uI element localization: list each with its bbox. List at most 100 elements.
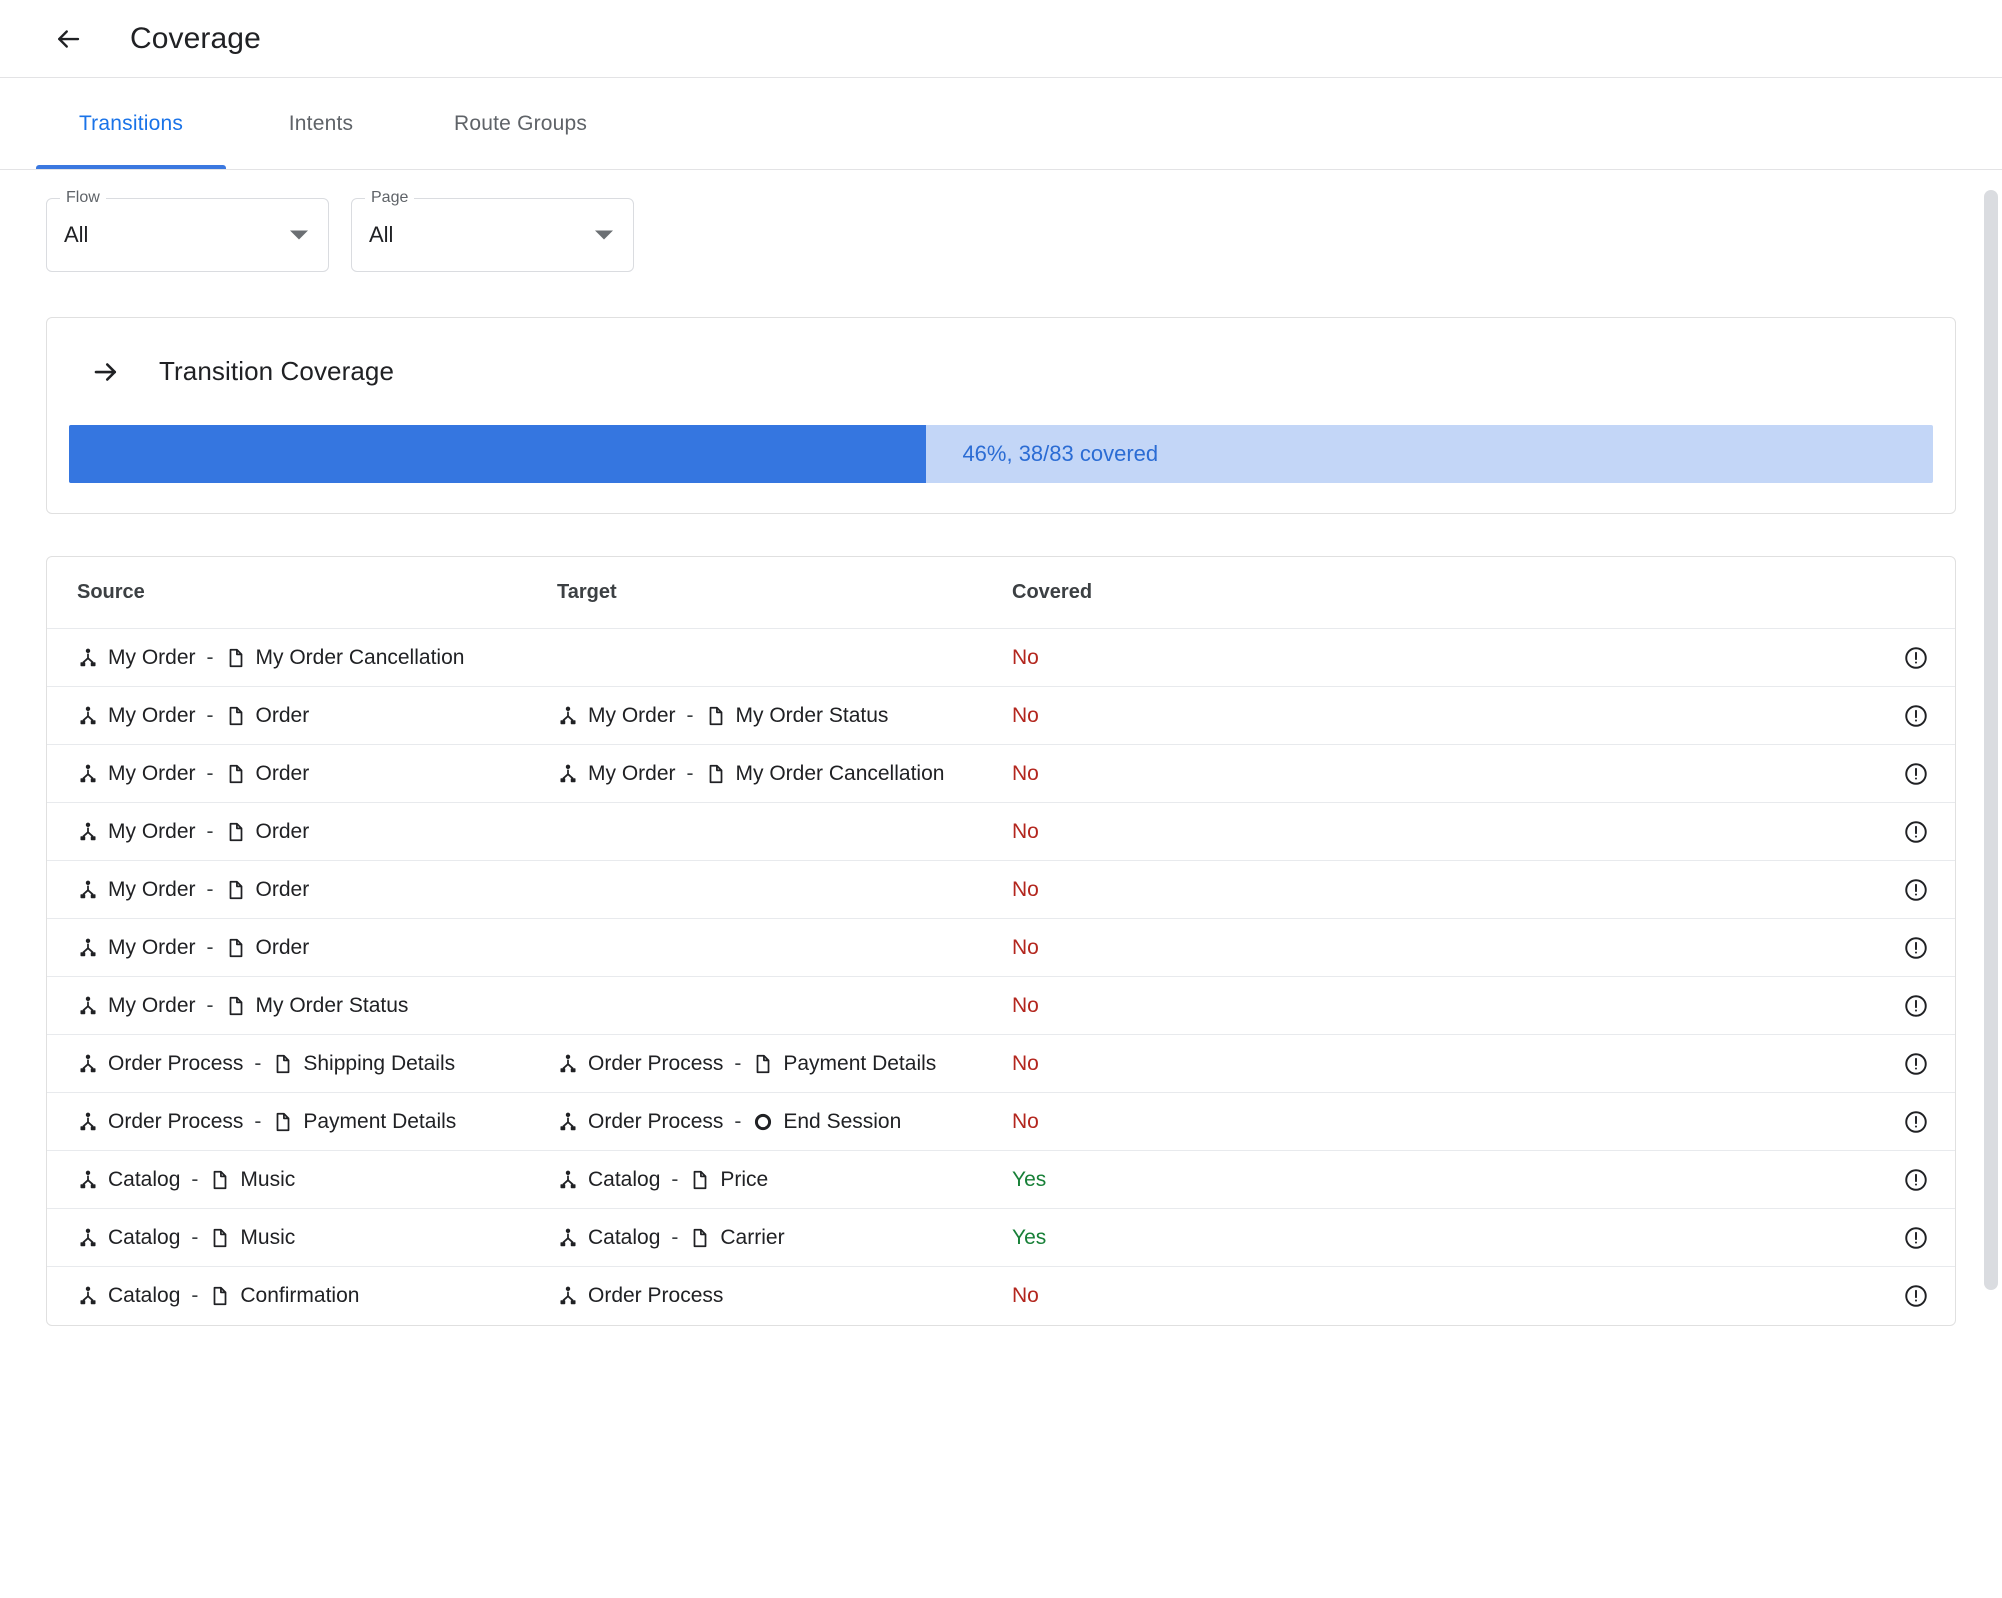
error-outline-icon[interactable]: [1903, 645, 1929, 671]
flow-select-value: All: [64, 222, 89, 247]
error-outline-icon[interactable]: [1903, 703, 1929, 729]
column-header-target: Target: [557, 581, 617, 603]
flow-icon: [557, 1169, 579, 1191]
target-path-flow: Order Process: [588, 1109, 724, 1133]
source-path-node: Order: [255, 877, 310, 901]
target-path-flow: Order Process: [588, 1051, 724, 1075]
source-path: My Order - Order: [77, 704, 557, 728]
table-row[interactable]: My Order - Order No: [47, 919, 1955, 977]
flow-icon: [77, 937, 99, 959]
error-outline-icon[interactable]: [1903, 761, 1929, 787]
table-body: My Order - My Order Cancellation No My Order…: [47, 629, 1955, 1325]
table-row[interactable]: My Order - Order My Order - My Order Cancella…: [47, 745, 1955, 803]
target-path-separator: -: [686, 703, 694, 727]
table-row[interactable]: My Order - Order No: [47, 861, 1955, 919]
flow-icon: [557, 1111, 579, 1133]
error-outline-icon[interactable]: [1903, 1051, 1929, 1077]
flow-select[interactable]: Flow All: [46, 188, 329, 272]
transitions-table: Source Target Covered My Order - My Order …: [46, 556, 1956, 1326]
error-outline-icon[interactable]: [1903, 1167, 1929, 1193]
arrow-forward-icon: [91, 357, 121, 387]
source-path: Catalog - Music: [77, 1226, 557, 1250]
coverage-progress-fill: [69, 425, 927, 483]
table-row[interactable]: My Order - Order My Order - My Order Status No: [47, 687, 1955, 745]
flow-icon: [77, 1227, 99, 1249]
table-row[interactable]: Catalog - Confirmation Order Process No: [47, 1267, 1955, 1325]
table-row[interactable]: Catalog - Music Catalog - Carrier Yes: [47, 1209, 1955, 1267]
error-outline-icon[interactable]: [1903, 1283, 1929, 1309]
flow-icon: [557, 1053, 579, 1075]
covered-status: No: [1012, 1051, 1039, 1075]
target-path-node: My Order Status: [735, 703, 889, 727]
flow-icon: [557, 1285, 579, 1307]
table-row[interactable]: Order Process - Payment Details Order Proce…: [47, 1093, 1955, 1151]
page-icon: [209, 1285, 231, 1307]
tab-transitions[interactable]: Transitions: [36, 78, 226, 170]
page-select[interactable]: Page All: [351, 188, 634, 272]
source-path-separator: -: [191, 1167, 199, 1191]
back-button[interactable]: [46, 17, 90, 61]
flow-icon: [77, 1285, 99, 1307]
target-path-node: End Session: [783, 1109, 902, 1133]
flow-select-label: Flow: [60, 188, 106, 208]
covered-status: No: [1012, 703, 1039, 727]
target-path-node: Payment Details: [783, 1051, 937, 1075]
source-path-separator: -: [191, 1225, 199, 1249]
page-select-value: All: [369, 222, 394, 247]
page-icon: [705, 705, 727, 727]
table-header-row: Source Target Covered: [47, 557, 1955, 629]
coverage-progress-label: 46%, 38/83 covered: [962, 441, 1159, 466]
error-outline-icon[interactable]: [1903, 993, 1929, 1019]
covered-status: No: [1012, 877, 1039, 901]
error-outline-icon[interactable]: [1903, 877, 1929, 903]
table-row[interactable]: Catalog - Music Catalog - Price Yes: [47, 1151, 1955, 1209]
target-path-separator: -: [671, 1167, 679, 1191]
source-path: Catalog - Confirmation: [77, 1284, 557, 1308]
page-icon: [209, 1169, 231, 1191]
source-path-separator: -: [191, 1284, 199, 1307]
tab-route-groups[interactable]: Route Groups: [416, 78, 625, 170]
arrow-back-icon: [53, 24, 83, 54]
chevron-down-icon: [290, 230, 308, 240]
source-path-node: Shipping Details: [303, 1051, 456, 1075]
page-icon: [225, 763, 247, 785]
error-outline-icon[interactable]: [1903, 1225, 1929, 1251]
tab-transitions-label: Transitions: [78, 112, 184, 135]
page-icon: [225, 879, 247, 901]
tab-intents[interactable]: Intents: [226, 78, 416, 170]
content-area: Flow All Page All Transition Coverage 46…: [0, 170, 2002, 1598]
target-path-flow: My Order: [588, 703, 676, 727]
covered-status: No: [1012, 819, 1039, 843]
error-outline-icon[interactable]: [1903, 1109, 1929, 1135]
target-path: Catalog - Carrier: [557, 1226, 1012, 1250]
coverage-card-header: Transition Coverage: [69, 346, 1933, 387]
target-path-separator: -: [734, 1109, 742, 1133]
source-path-flow: Order Process: [108, 1109, 244, 1133]
scrollbar-thumb[interactable]: [1984, 190, 1998, 1290]
source-path-flow: My Order: [108, 761, 196, 785]
page-icon: [689, 1227, 711, 1249]
error-outline-icon[interactable]: [1903, 819, 1929, 845]
source-path-flow: My Order: [108, 703, 196, 727]
covered-status: No: [1012, 645, 1039, 669]
app-bar: Coverage: [0, 0, 2002, 78]
error-outline-icon[interactable]: [1903, 935, 1929, 961]
vertical-scrollbar[interactable]: [1984, 170, 1998, 1598]
source-path: Order Process - Payment Details: [77, 1110, 557, 1134]
covered-status: No: [1012, 993, 1039, 1017]
table-row[interactable]: Order Process - Shipping Details Order Proc…: [47, 1035, 1955, 1093]
target-path-separator: -: [686, 761, 694, 785]
flow-icon: [77, 1111, 99, 1133]
source-path-flow: My Order: [108, 993, 196, 1017]
table-row[interactable]: My Order - My Order Cancellation No: [47, 629, 1955, 687]
table-row[interactable]: My Order - Order No: [47, 803, 1955, 861]
source-path-separator: -: [206, 993, 214, 1017]
covered-status: No: [1012, 935, 1039, 959]
table-row[interactable]: My Order - My Order Status No: [47, 977, 1955, 1035]
page-icon: [209, 1227, 231, 1249]
column-header-source: Source: [77, 581, 145, 603]
source-path-node: Music: [240, 1225, 296, 1249]
page-icon: [272, 1053, 294, 1075]
flow-icon: [77, 879, 99, 901]
page-icon: [225, 995, 247, 1017]
